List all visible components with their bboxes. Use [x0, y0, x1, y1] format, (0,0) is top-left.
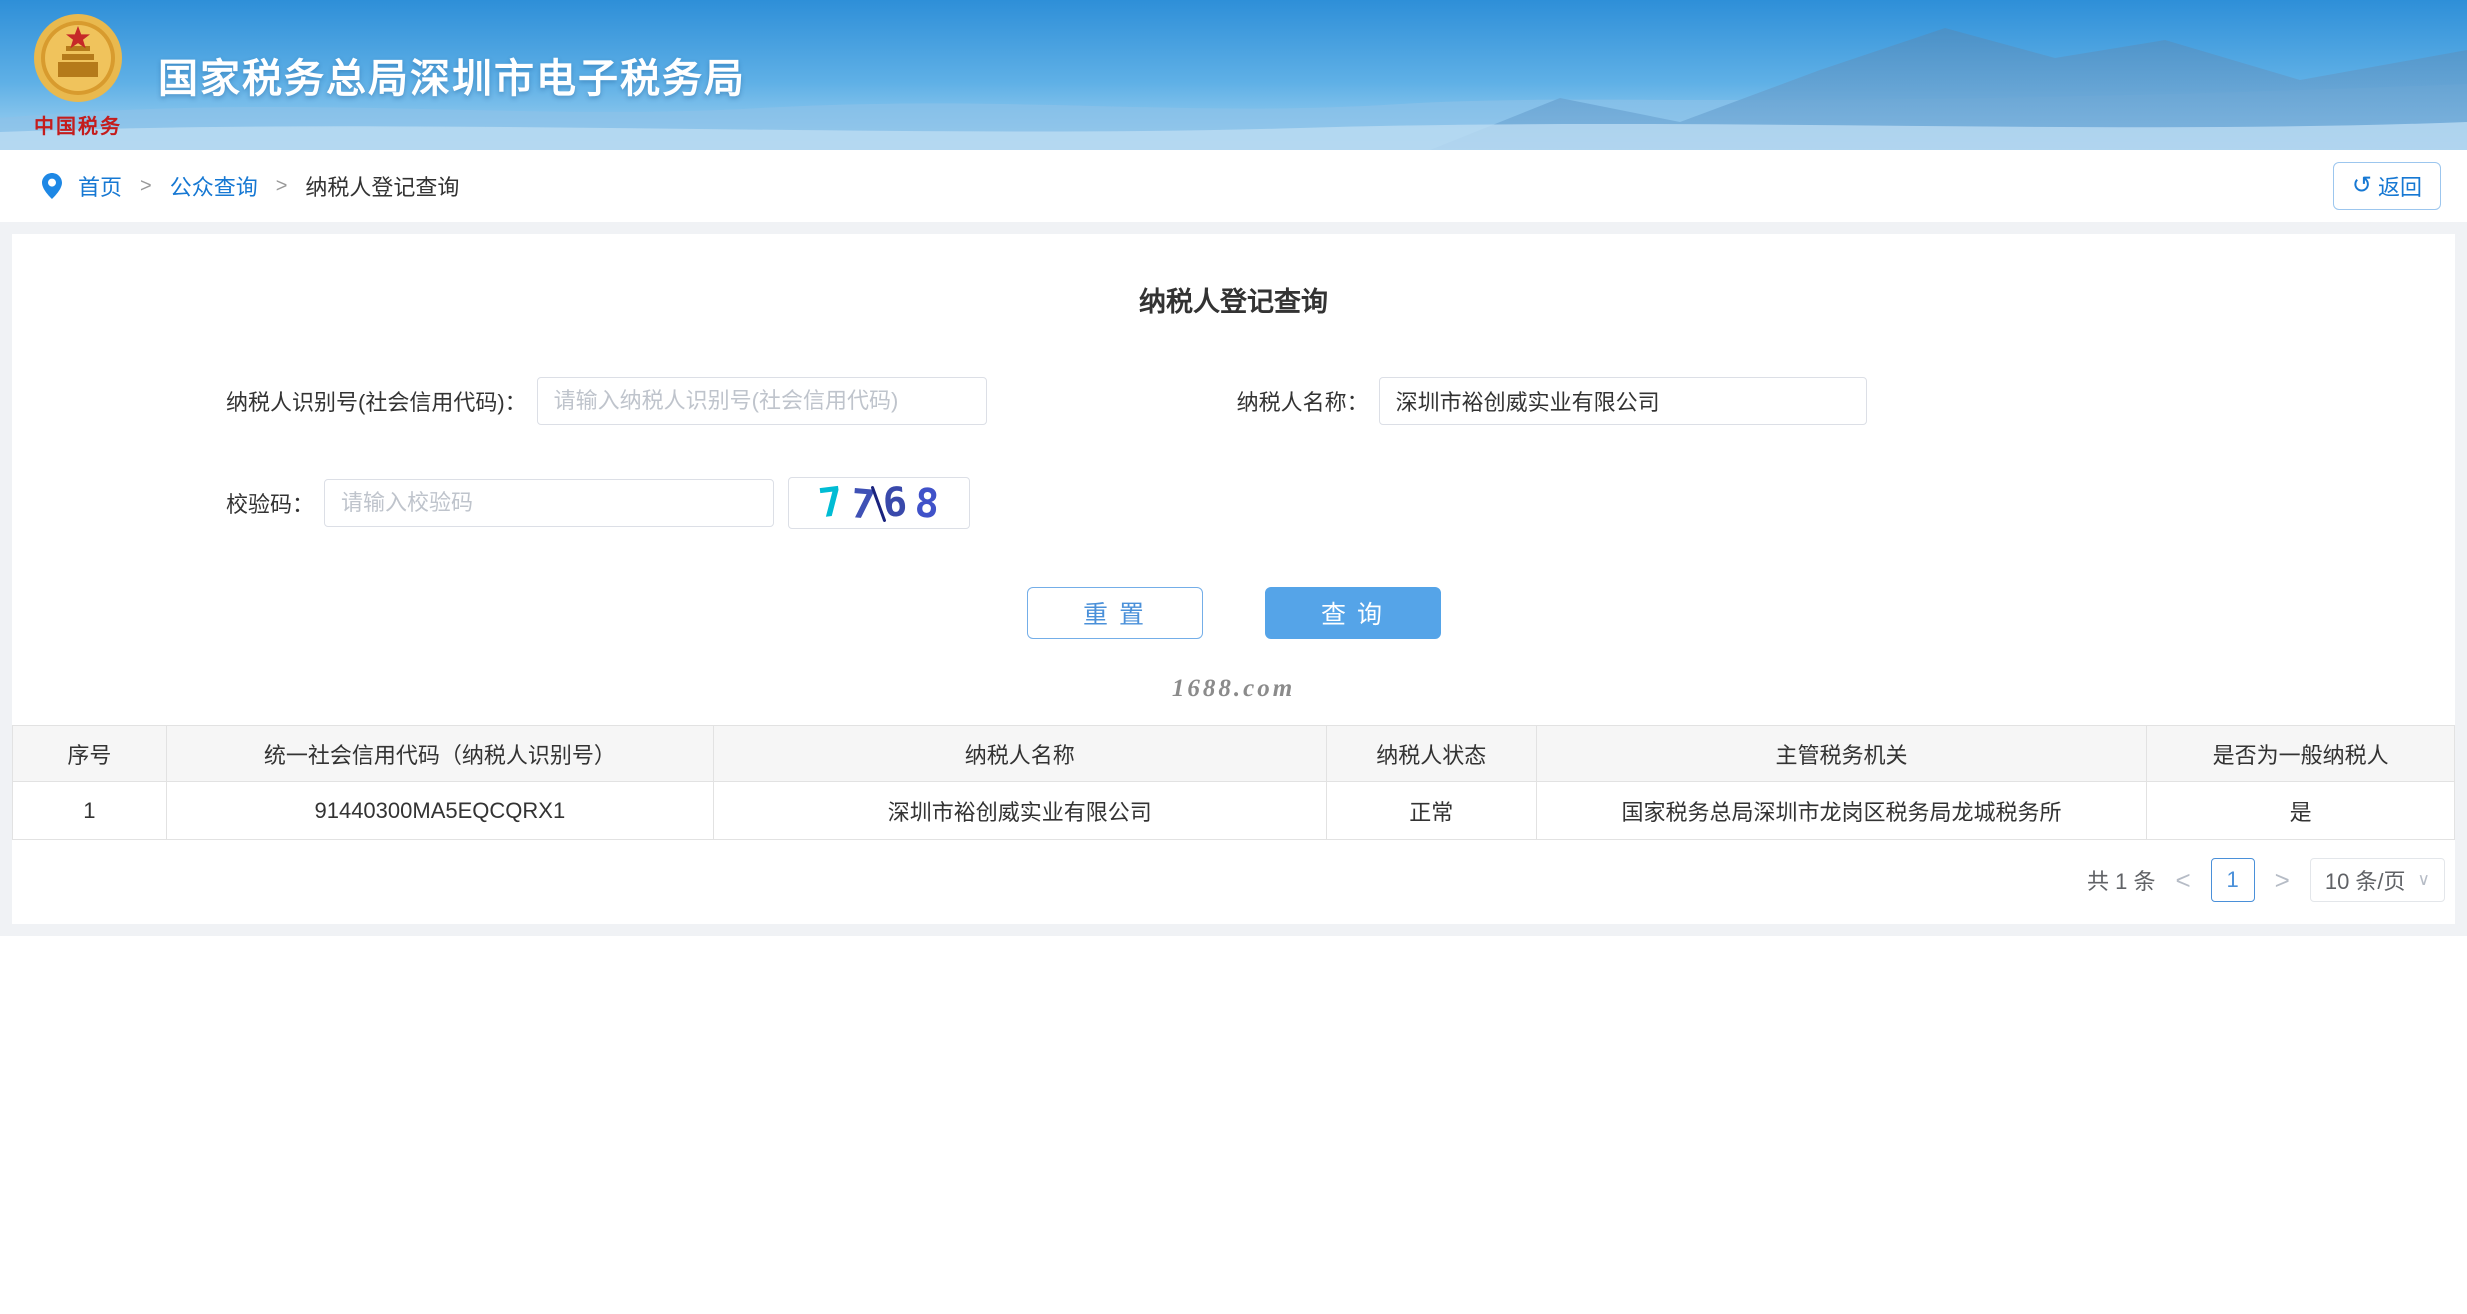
query-card: 纳税人登记查询 纳税人识别号(社会信用代码)： 纳税人名称： 校验码：	[12, 234, 2455, 924]
table-header-cell: 序号	[13, 726, 167, 782]
breadcrumb-public-query[interactable]: 公众查询	[170, 170, 258, 202]
captcha-char: 7	[816, 482, 845, 525]
tax-bureau-logo: 中国税务	[26, 12, 130, 139]
table-header-cell: 纳税人状态	[1326, 726, 1536, 782]
back-button[interactable]: ↺ 返回	[2333, 162, 2441, 210]
page-title: 纳税人登记查询	[12, 234, 2455, 319]
captcha-char: 8	[914, 483, 941, 525]
taxpayer-name-input[interactable]	[1379, 377, 1867, 425]
table-cell: 正常	[1326, 782, 1536, 840]
pagination: 共 1 条 < 1 > 10 条/页 ∨	[12, 858, 2455, 902]
breadcrumb-current: 纳税人登记查询	[305, 170, 459, 202]
watermark: 1688.com	[12, 675, 2455, 703]
reset-button[interactable]: 重 置	[1027, 587, 1203, 639]
location-pin-icon	[40, 172, 64, 200]
table-header-cell: 是否为一般纳税人	[2147, 726, 2455, 782]
table-row: 191440300MA5EQCQRX1深圳市裕创威实业有限公司正常国家税务总局深…	[13, 782, 2455, 840]
search-button[interactable]: 查 询	[1265, 587, 1441, 639]
taxpayer-id-field: 纳税人识别号(社会信用代码)：	[226, 377, 987, 425]
total-count: 共 1 条	[2087, 864, 2155, 896]
breadcrumb: 首页 > 公众查询 > 纳税人登记查询 ↺ 返回	[0, 150, 2467, 222]
back-button-label: 返回	[2378, 170, 2422, 202]
breadcrumb-home[interactable]: 首页	[78, 170, 122, 202]
query-form: 纳税人识别号(社会信用代码)： 纳税人名称： 校验码： 7768	[12, 377, 2455, 529]
taxpayer-id-label: 纳税人识别号(社会信用代码)：	[226, 385, 527, 417]
back-arrow-icon: ↺	[2352, 174, 2372, 198]
taxpayer-id-input[interactable]	[537, 377, 987, 425]
table-cell: 91440300MA5EQCQRX1	[166, 782, 713, 840]
next-page-icon[interactable]: >	[2275, 867, 2290, 893]
site-header: 中国税务 国家税务总局深圳市电子税务局	[0, 0, 2467, 150]
table-cell: 国家税务总局深圳市龙岗区税务局龙城税务所	[1536, 782, 2147, 840]
table-header-cell: 主管税务机关	[1536, 726, 2147, 782]
table-header-row: 序号统一社会信用代码（纳税人识别号）纳税人名称纳税人状态主管税务机关是否为一般纳…	[13, 726, 2455, 782]
chevron-down-icon: ∨	[2418, 870, 2430, 890]
table-header-cell: 纳税人名称	[713, 726, 1326, 782]
page-size-value: 10 条/页	[2325, 864, 2406, 896]
table-cell: 是	[2147, 782, 2455, 840]
captcha-image[interactable]: 7768	[788, 477, 970, 529]
table-cell: 深圳市裕创威实业有限公司	[713, 782, 1326, 840]
site-title: 国家税务总局深圳市电子税务局	[158, 46, 746, 104]
captcha-char: 6	[882, 482, 909, 524]
captcha-label: 校验码：	[226, 487, 314, 519]
prev-page-icon[interactable]: <	[2175, 867, 2190, 893]
button-row: 重 置 查 询	[12, 587, 2455, 639]
page: 中国税务 国家税务总局深圳市电子税务局 首页 > 公众查询 > 纳税人登记查询 …	[0, 0, 2467, 1314]
logo-text: 中国税务	[26, 110, 130, 139]
table-cell: 1	[13, 782, 167, 840]
form-row-2: 校验码： 7768	[226, 477, 2455, 529]
main-content: 纳税人登记查询 纳税人识别号(社会信用代码)： 纳税人名称： 校验码：	[0, 222, 2467, 936]
captcha-input[interactable]	[324, 479, 774, 527]
national-emblem-icon	[32, 12, 124, 104]
table-header-cell: 统一社会信用代码（纳税人识别号）	[166, 726, 713, 782]
taxpayer-name-label: 纳税人名称：	[1237, 385, 1369, 417]
taxpayer-name-field: 纳税人名称：	[1237, 377, 1867, 425]
breadcrumb-separator: >	[276, 175, 288, 198]
form-row-1: 纳税人识别号(社会信用代码)： 纳税人名称：	[226, 377, 2455, 425]
current-page-button[interactable]: 1	[2211, 858, 2255, 902]
captcha-field: 校验码：	[226, 479, 774, 527]
page-size-select[interactable]: 10 条/页 ∨	[2310, 858, 2445, 902]
results-table: 序号统一社会信用代码（纳税人识别号）纳税人名称纳税人状态主管税务机关是否为一般纳…	[12, 725, 2455, 840]
breadcrumb-separator: >	[140, 175, 152, 198]
